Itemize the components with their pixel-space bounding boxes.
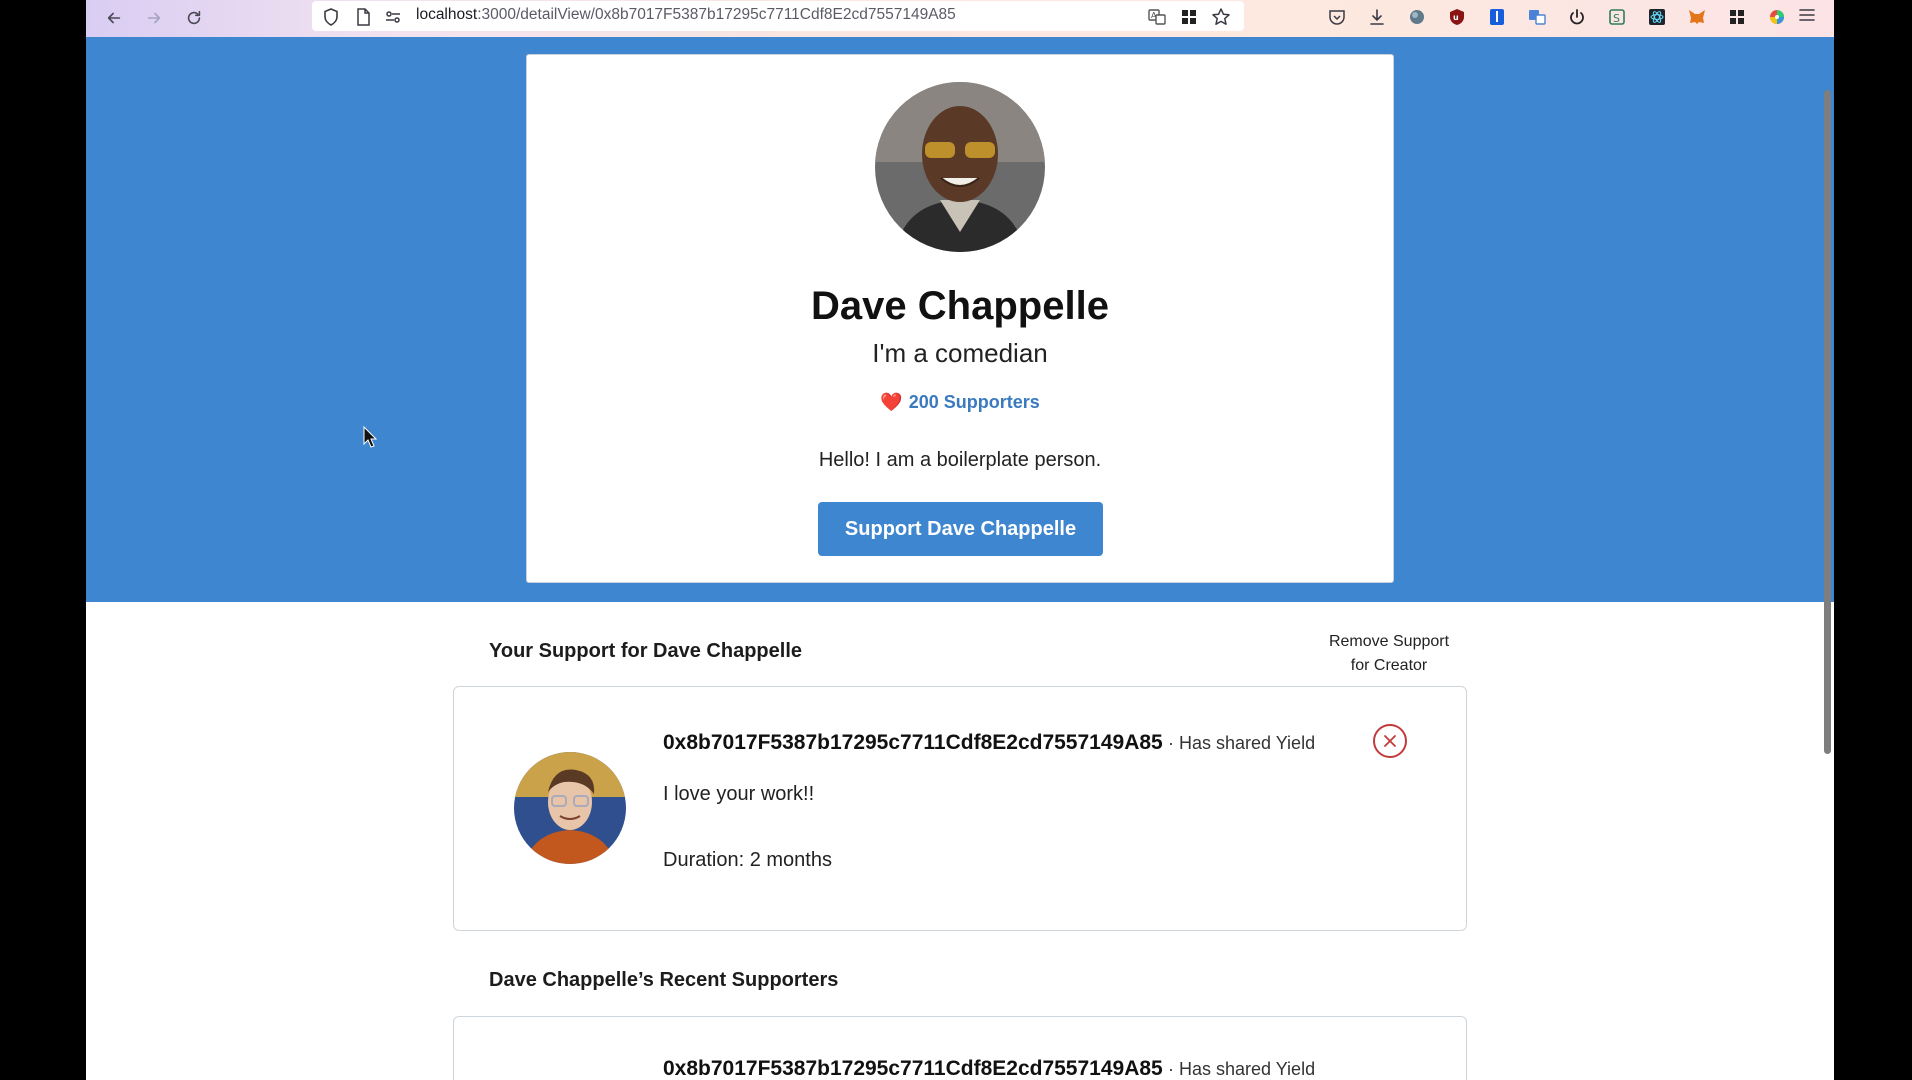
remove-support-link[interactable]: Remove Support for Creator [1314,630,1464,678]
remove-support-line2: for Creator [1350,657,1428,674]
bitwarden-icon[interactable] [1486,6,1508,28]
supporters-label: 200 Supporters [908,392,1040,412]
browser-window: localhost:3000/detailView/0x8b7017F5387b… [86,0,1834,1080]
shield-icon[interactable] [320,6,342,28]
url-path: :3000/detailView/0x8b7017F5387b17295c771… [477,6,956,23]
grid-icon[interactable] [1178,6,1200,28]
remove-support-line1: Remove Support [1328,633,1450,650]
cursor-icon [363,426,377,448]
apps-grid-icon[interactable] [1726,6,1748,28]
menu-icon[interactable] [1796,4,1818,26]
svg-text:S: S [1613,12,1620,25]
color-wheel-icon[interactable] [1766,6,1788,28]
svg-text:u: u [1453,13,1459,22]
ublock-icon[interactable]: u [1446,6,1468,28]
shared-yield-status: · Has shared Yield [1168,733,1316,753]
url-host: localhost [416,6,478,23]
support-message: I love your work!! [663,783,815,805]
translate-ext-icon[interactable] [1526,6,1548,28]
page-icon [352,6,374,28]
power-icon[interactable] [1566,6,1588,28]
support-creator-button[interactable]: Support Dave Chappelle [818,502,1103,556]
extension-icon[interactable] [1406,6,1428,28]
scrollbar[interactable] [1824,90,1831,754]
recent-supporters-title: Dave Chappelle’s Recent Supporters [489,969,839,991]
star-icon[interactable] [1210,6,1232,28]
creator-tagline: I'm a comedian [872,338,1048,368]
translate-icon[interactable]: A [1146,6,1168,28]
creator-profile-card: Dave Chappelle I'm a comedian ❤️ 200 Supp… [526,54,1394,583]
pocket-icon[interactable] [1326,6,1348,28]
your-support-card: 0x8b7017F5387b17295c7711Cdf8E2cd7557149A… [453,686,1467,931]
download-icon[interactable] [1366,6,1388,28]
heart-icon: ❤️ [880,392,903,412]
creator-name: Dave Chappelle [811,284,1109,328]
metamask-icon[interactable] [1686,6,1708,28]
s-extension-icon[interactable]: S [1606,6,1628,28]
supporter-avatar [514,752,626,864]
url-text[interactable]: localhost:3000/detailView/0x8b7017F5387b… [416,6,956,24]
supporter-address: 0x8b7017F5387b17295c7711Cdf8E2cd7557149A… [663,731,1163,754]
creator-bio: Hello! I am a boilerplate person. [818,449,1102,471]
creator-hero: Dave Chappelle I'm a comedian ❤️ 200 Supp… [86,37,1834,602]
react-devtools-icon[interactable] [1646,6,1668,28]
forward-arrow-icon[interactable] [140,4,168,32]
recent-supporter-card: 0x8b7017F5387b17295c7711Cdf8E2cd7557149A… [453,1016,1467,1080]
back-arrow-icon[interactable] [100,4,128,32]
supporters-count[interactable]: ❤️ 200 Supporters [527,392,1393,413]
recent-supporter-address: 0x8b7017F5387b17295c7711Cdf8E2cd7557149A… [663,1057,1163,1080]
your-support-title: Your Support for Dave Chappelle [489,640,802,662]
reload-icon[interactable] [180,4,208,32]
recent-shared-yield-status: · Has shared Yield [1168,1059,1316,1079]
close-icon[interactable] [1373,724,1407,758]
support-duration: Duration: 2 months [663,849,832,871]
browser-toolbar: localhost:3000/detailView/0x8b7017F5387b… [86,0,1834,37]
creator-avatar [875,82,1045,252]
permissions-icon[interactable] [382,6,404,28]
